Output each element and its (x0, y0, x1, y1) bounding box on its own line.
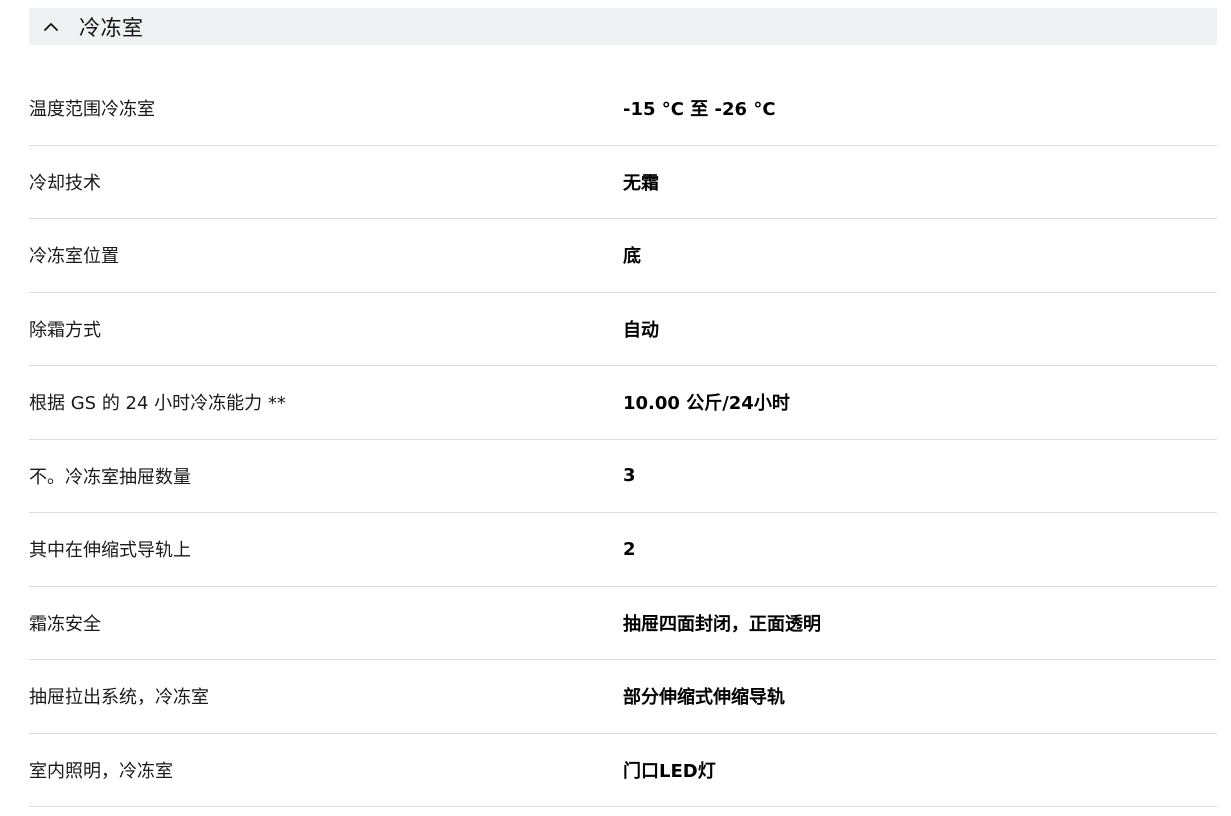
spec-row-interior-lighting: 室内照明，冷冻室 门口LED灯 (29, 734, 1217, 807)
spec-value: 抽屉四面封闭，正面透明 (623, 613, 821, 635)
spec-row-defrost-method: 除霜方式 自动 (29, 293, 1217, 366)
freezer-section-header[interactable]: 冷冻室 (29, 8, 1217, 45)
chevron-up-icon[interactable] (42, 18, 60, 36)
spec-label: 室内照明，冷冻室 (29, 760, 173, 782)
spec-row-drawer-pullout-system: 抽屉拉出系统，冷冻室 部分伸缩式伸缩导轨 (29, 660, 1217, 734)
spec-row-freezing-capacity: 根据 GS 的 24 小时冷冻能力 ** 10.00 公斤/24小时 (29, 366, 1217, 440)
spec-table: 温度范围冷冻室 -15 °C 至 -26 °C 冷却技术 无霜 冷冻室位置 底 … (29, 72, 1217, 807)
spec-label: 冷冻室位置 (29, 246, 119, 268)
spec-value: 自动 (623, 319, 659, 341)
spec-row-frost-safety: 霜冻安全 抽屉四面封闭，正面透明 (29, 587, 1217, 660)
spec-row-freezer-position: 冷冻室位置 底 (29, 219, 1217, 293)
spec-value: 门口LED灯 (623, 760, 716, 782)
spec-label: 根据 GS 的 24 小时冷冻能力 ** (29, 393, 286, 415)
spec-label: 温度范围冷冻室 (29, 99, 155, 121)
spec-label: 霜冻安全 (29, 613, 101, 635)
spec-value: 底 (623, 246, 641, 268)
spec-label: 抽屉拉出系统，冷冻室 (29, 687, 209, 709)
spec-value: 无霜 (623, 172, 659, 194)
spec-value: -15 °C 至 -26 °C (623, 99, 776, 121)
spec-value: 部分伸缩式伸缩导轨 (623, 687, 785, 709)
spec-row-drawer-count: 不。冷冻室抽屉数量 3 (29, 440, 1217, 513)
section-title: 冷冻室 (79, 15, 144, 40)
spec-row-telescopic-rails: 其中在伸缩式导轨上 2 (29, 513, 1217, 587)
spec-value: 3 (623, 465, 636, 487)
spec-label: 除霜方式 (29, 319, 101, 341)
spec-row-temperature-range: 温度范围冷冻室 -15 °C 至 -26 °C (29, 72, 1217, 146)
spec-label: 其中在伸缩式导轨上 (29, 540, 191, 562)
spec-label: 冷却技术 (29, 172, 101, 194)
spec-value: 2 (623, 538, 636, 560)
spec-label: 不。冷冻室抽屉数量 (29, 466, 191, 488)
spec-value: 10.00 公斤/24小时 (623, 393, 790, 415)
spec-row-cooling-technology: 冷却技术 无霜 (29, 146, 1217, 219)
